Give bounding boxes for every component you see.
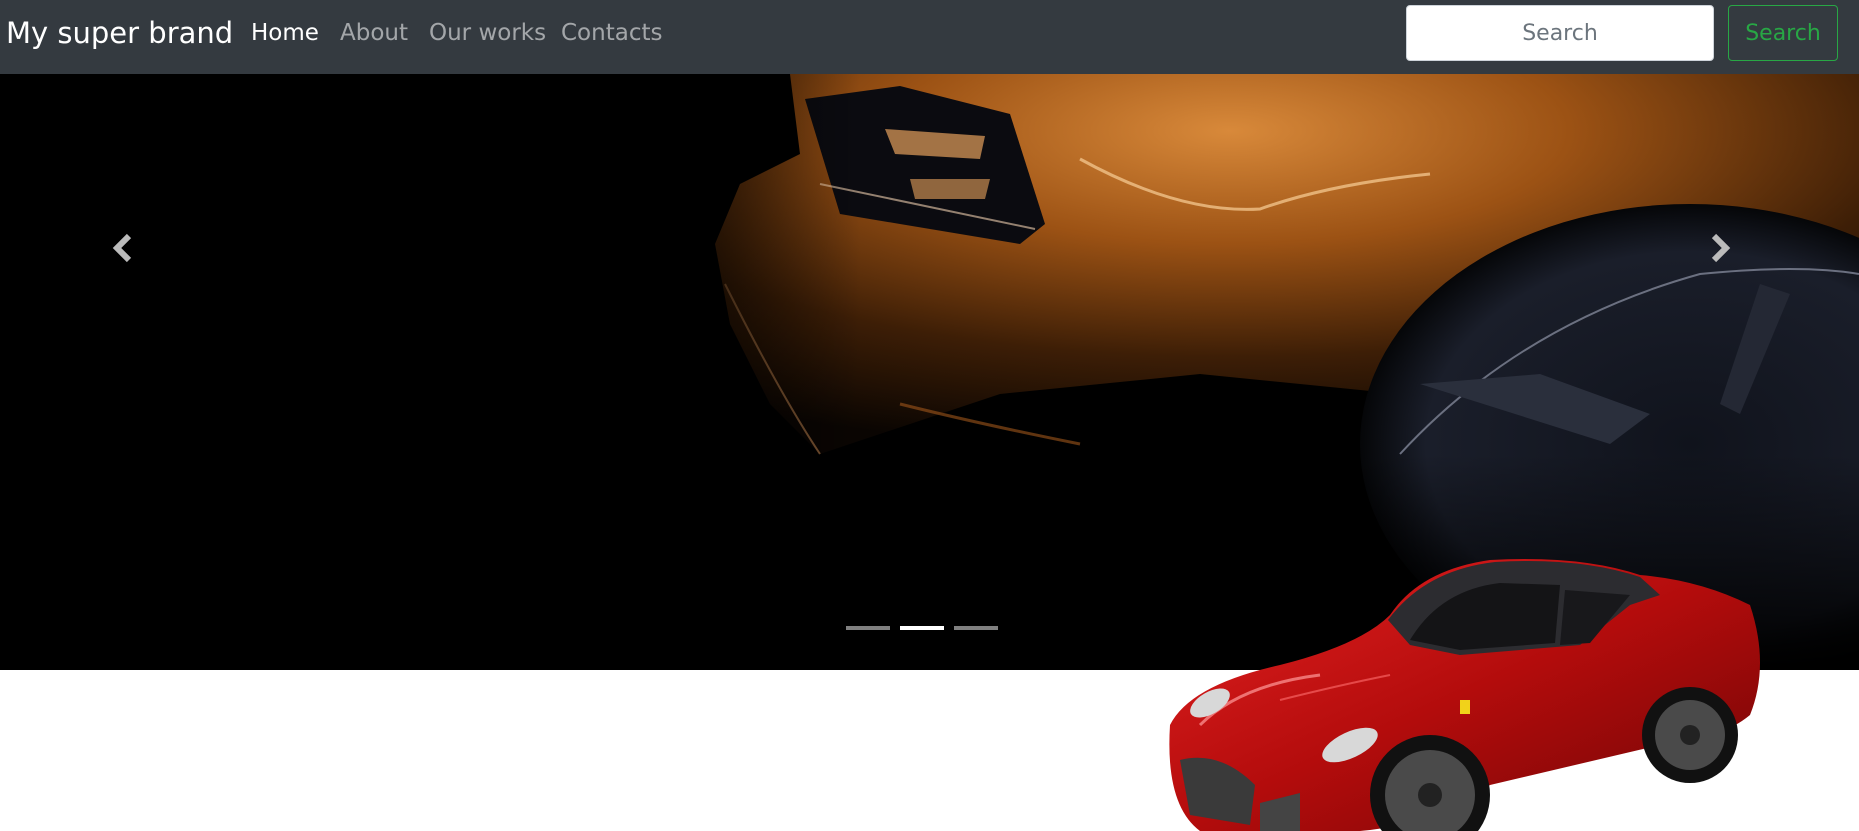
carousel-indicator-1[interactable] — [846, 626, 890, 630]
brand-logo[interactable]: My super brand — [6, 13, 233, 53]
carousel-indicator-3[interactable] — [954, 626, 998, 630]
search-input[interactable] — [1406, 5, 1714, 61]
nav-link-home[interactable]: Home — [251, 17, 319, 49]
chevron-left-icon — [112, 233, 132, 263]
carousel-indicator-2[interactable] — [900, 626, 944, 630]
nav-link-contacts[interactable]: Contacts — [561, 17, 662, 49]
carousel-next-control[interactable] — [1698, 226, 1742, 270]
nav-link-about[interactable]: About — [340, 17, 408, 49]
nav-link-our-works[interactable]: Our works — [429, 17, 546, 49]
red-sports-car-image — [1169, 559, 1760, 831]
chevron-right-icon — [1711, 233, 1731, 263]
navbar: My super brand Home About Our works Cont… — [0, 0, 1859, 74]
search-button[interactable]: Search — [1728, 5, 1838, 61]
carousel-prev-control[interactable] — [101, 226, 145, 270]
